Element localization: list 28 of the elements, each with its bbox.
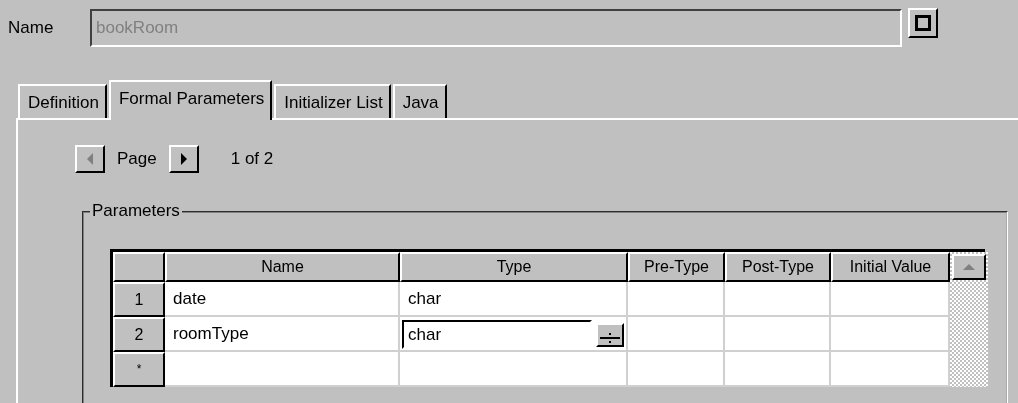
scrollbar[interactable] — [950, 252, 988, 387]
column-header[interactable]: Post-Type — [725, 252, 831, 282]
column-header[interactable]: Pre-Type — [628, 252, 725, 282]
spin-icon — [600, 330, 620, 346]
tab[interactable]: Formal Parameters — [108, 80, 273, 120]
column-header[interactable]: Type — [400, 252, 628, 282]
scroll-up-button[interactable] — [952, 254, 986, 280]
spin-button[interactable] — [596, 322, 624, 347]
tab[interactable]: Definition — [18, 84, 107, 118]
tab[interactable]: Java — [392, 84, 447, 118]
up-triangle-icon — [962, 263, 976, 271]
table-cell: date — [165, 282, 400, 317]
row-header[interactable]: 2 — [113, 317, 165, 352]
table-cell: roomType — [165, 317, 400, 352]
column-header[interactable]: Initial Value — [831, 252, 950, 282]
type-combo-field[interactable]: char — [402, 320, 592, 349]
row-header[interactable]: 1 — [113, 282, 165, 317]
square-icon — [915, 15, 931, 31]
corner-header — [113, 252, 165, 282]
page-position: 1 of 2 — [230, 148, 274, 171]
table-cell: char — [400, 282, 628, 317]
column-header[interactable]: Name — [165, 252, 400, 282]
name-label: Name — [8, 17, 55, 40]
maximize-button[interactable] — [908, 8, 938, 38]
page-label: Page — [117, 148, 157, 171]
row-header[interactable]: * — [113, 352, 165, 387]
next-page-button[interactable] — [168, 145, 199, 173]
tab[interactable]: Initializer List — [274, 84, 391, 118]
